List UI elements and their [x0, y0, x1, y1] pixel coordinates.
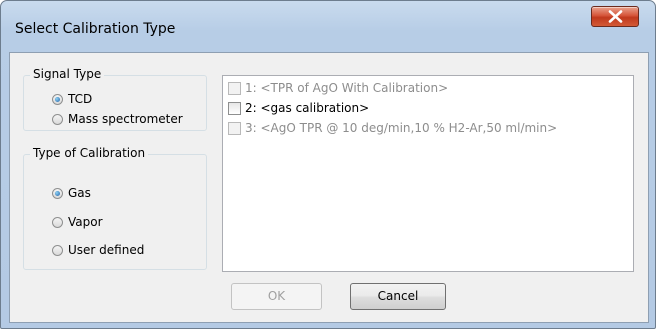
close-x-icon — [608, 10, 623, 23]
radio-label: TCD — [68, 92, 93, 106]
radio-button-icon[interactable] — [52, 216, 63, 228]
radio-label: User defined — [68, 243, 145, 257]
radio-label: Mass spectrometer — [68, 112, 183, 126]
radio-button-icon[interactable] — [52, 113, 63, 125]
calibration-label: 3: <AgO TPR @ 10 deg/min,10 % H2-Ar,50 m… — [245, 121, 558, 135]
close-button[interactable] — [591, 6, 639, 27]
dialog-client-area: Signal Type TCD Mass spectrometer Type o… — [9, 52, 649, 323]
dialog-window: Select Calibration Type Signal Type TCD … — [0, 0, 656, 329]
radio-mass-spectrometer[interactable]: Mass spectrometer — [52, 111, 183, 127]
cancel-button[interactable]: Cancel — [350, 283, 446, 310]
calibration-type-title: Type of Calibration — [30, 146, 149, 160]
calibration-list[interactable]: 1: <TPR of AgO With Calibration> 2: <gas… — [222, 75, 634, 272]
signal-type-group: Signal Type TCD Mass spectrometer — [23, 67, 207, 131]
checkbox-icon[interactable] — [228, 101, 241, 115]
calibration-label: 2: <gas calibration> — [245, 101, 370, 115]
signal-type-title: Signal Type — [30, 67, 105, 81]
list-item-calibration-1[interactable]: 1: <TPR of AgO With Calibration> — [228, 80, 448, 96]
calibration-type-group: Type of Calibration Gas Vapor User defin… — [23, 146, 207, 270]
radio-user-defined[interactable]: User defined — [52, 242, 144, 258]
list-item-calibration-2[interactable]: 2: <gas calibration> — [228, 100, 369, 116]
calibration-label: 1: <TPR of AgO With Calibration> — [245, 81, 449, 95]
radio-button-icon[interactable] — [52, 187, 63, 199]
radio-gas[interactable]: Gas — [52, 185, 91, 201]
radio-label: Vapor — [68, 215, 103, 229]
list-item-calibration-3[interactable]: 3: <AgO TPR @ 10 deg/min,10 % H2-Ar,50 m… — [228, 120, 557, 136]
checkbox-icon[interactable] — [228, 121, 241, 135]
radio-tcd[interactable]: TCD — [52, 91, 92, 107]
checkbox-icon[interactable] — [228, 81, 241, 95]
radio-label: Gas — [68, 186, 91, 200]
radio-button-icon[interactable] — [52, 244, 63, 256]
radio-button-icon[interactable] — [52, 93, 63, 105]
window-title: Select Calibration Type — [15, 21, 176, 37]
radio-vapor[interactable]: Vapor — [52, 214, 103, 230]
ok-button[interactable]: OK — [231, 283, 322, 310]
